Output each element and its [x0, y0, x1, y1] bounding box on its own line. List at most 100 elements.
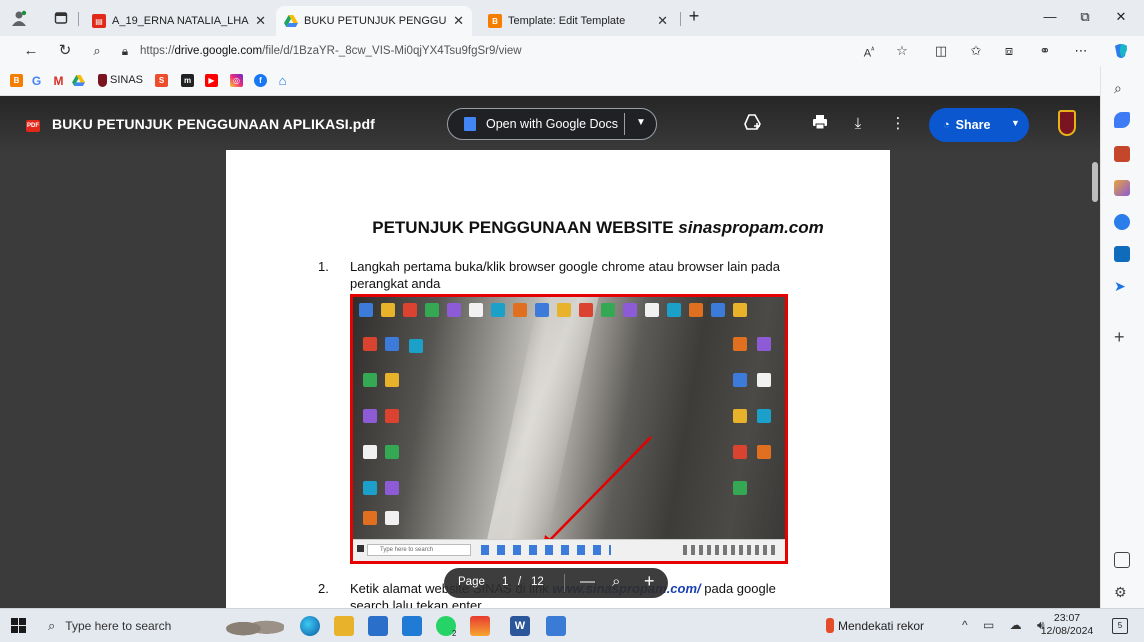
browser-tab-strip: ▤ A_19_ERNA NATALIA_LHAP (1).pd ✕ BUKU P… [0, 0, 1144, 36]
mini-search-box: Type here to search [367, 544, 471, 556]
search-icon[interactable]: ⌕ [88, 42, 106, 60]
document-title: PETUNJUK PENGGUNAAN WEBSITE sinaspropam.… [226, 218, 890, 238]
lock-icon[interactable]: 🔒︎ [116, 42, 134, 60]
weather-widget[interactable]: Mendekati rekor [838, 619, 924, 633]
taskbar-clock[interactable]: 23:07 12/08/2024 [1040, 612, 1094, 638]
more-actions-icon[interactable]: ⋮ [888, 114, 908, 134]
sinas-shield-icon [98, 74, 107, 87]
favorites-icon[interactable]: ✩ [967, 42, 985, 60]
sidebar-add-icon[interactable]: + [1114, 328, 1130, 346]
back-arrow-icon[interactable]: ← [22, 42, 40, 60]
mini-taskbar: Type here to search [353, 539, 785, 561]
taskbar-search-box[interactable]: ⌕ Type here to search [40, 613, 216, 639]
google-bookmark-icon[interactable]: G [30, 74, 43, 88]
file-explorer-icon[interactable] [334, 616, 354, 636]
address-toolbar: ← ↻ ⌕ 🔒︎ https://drive.google.com/file/d… [0, 36, 1144, 66]
instagram-bookmark-icon[interactable]: ◎ [230, 74, 243, 87]
step-number: 1. [318, 259, 329, 274]
read-aloud-icon[interactable]: Aᴬ [860, 42, 878, 60]
gmail-bookmark-icon[interactable]: M [52, 74, 65, 88]
copilot-icon[interactable] [1112, 42, 1130, 60]
word-app-icon[interactable]: W [510, 616, 530, 636]
sidebar-shopping-icon[interactable] [1114, 146, 1130, 162]
collections-icon[interactable]: ⧈ [1000, 42, 1018, 60]
scrollbar-thumb[interactable] [1092, 162, 1098, 202]
store-app-icon[interactable] [368, 616, 388, 636]
refresh-icon[interactable]: ↻ [56, 42, 74, 60]
url-path: /file/d/1BzaYR-_8cw_VIS-Mi0qjYX4Tsu9fgSr… [262, 45, 522, 57]
new-tab-button[interactable]: + [684, 6, 704, 26]
add-shortcut-icon[interactable] [743, 114, 763, 134]
sidebar-games-icon[interactable] [1114, 180, 1130, 196]
edge-app-icon[interactable] [300, 616, 320, 636]
close-window-button[interactable]: ✕ [1111, 9, 1131, 27]
print-icon[interactable] [810, 114, 830, 134]
sidebar-outlook-icon[interactable] [1114, 246, 1130, 262]
close-icon[interactable]: ✕ [255, 13, 266, 29]
profile-avatar-icon[interactable] [10, 9, 28, 27]
more-options-icon[interactable]: ⋯ [1072, 42, 1090, 60]
viewer-scrollbar[interactable] [1092, 154, 1098, 604]
home-bookmark-icon[interactable]: ⌂ [276, 73, 289, 88]
split-screen-icon[interactable]: ◫ [932, 42, 950, 60]
notification-center-icon[interactable]: 5 [1112, 618, 1128, 634]
blogger-bookmark-icon[interactable]: B [10, 74, 23, 87]
download-icon[interactable]: ⤓ [848, 114, 868, 134]
caret-down-icon[interactable]: ▼ [636, 117, 646, 128]
sidebar-office-icon[interactable] [1114, 214, 1130, 230]
clock-date: 12/08/2024 [1040, 625, 1094, 637]
tab-buku-petunjuk[interactable]: BUKU PETUNJUK PENGGUNAAN ✕ [276, 6, 472, 36]
desktop-screenshot: Type here to search [350, 294, 788, 564]
close-icon[interactable]: ✕ [453, 13, 464, 29]
drive-bookmark-icon[interactable] [72, 74, 85, 87]
pdf-icon: ▤ [92, 14, 106, 28]
open-with-label: Open with Google Docs [486, 117, 619, 131]
page-toolbar: Page 1 / 12 — ⌕ + [444, 568, 668, 598]
open-with-google-docs-button[interactable]: Open with Google Docs ▼ [447, 108, 657, 140]
elephants-widget-icon[interactable] [226, 613, 284, 639]
blogger-icon: B [488, 14, 502, 28]
share-button[interactable]: ◔ Share ▼ [929, 108, 1029, 142]
url-prefix: https:// [140, 45, 175, 57]
tab-title: A_19_ERNA NATALIA_LHAP (1).pd [112, 15, 250, 27]
pdf-icon: PDF [26, 120, 40, 132]
caret-down-icon[interactable]: ▼ [1011, 118, 1020, 128]
whatsapp-badge: 2 [452, 629, 457, 638]
clock-time: 23:07 [1053, 612, 1081, 624]
sidebar-screenshot-icon[interactable] [1114, 552, 1130, 568]
youtube-bookmark-icon[interactable]: ▶ [205, 74, 218, 87]
sidebar-send-icon[interactable]: ➤ [1114, 278, 1130, 294]
shopee-bookmark-icon[interactable]: S [155, 74, 168, 87]
sidebar-settings-icon[interactable]: ⚙ [1114, 584, 1130, 600]
mini-taskbar-apps [481, 545, 611, 555]
close-icon[interactable]: ✕ [657, 13, 668, 29]
system-tray-icons[interactable]: ^ ▭ ☁ 🔊︎ [962, 618, 1051, 633]
account-avatar[interactable] [1058, 110, 1076, 136]
document-title-site: sinaspropam.com [678, 218, 824, 237]
zoom-in-icon[interactable]: + [644, 571, 655, 592]
tab-edit-template[interactable]: B Template: Edit Template ✕ [480, 6, 676, 36]
m-bookmark-icon[interactable]: m [181, 74, 194, 87]
restore-button[interactable]: ⧉ [1075, 9, 1095, 27]
google-docs-icon [464, 117, 476, 131]
url-field[interactable]: https://drive.google.com/file/d/1BzaYR-_… [140, 40, 820, 62]
sidebar-search-icon[interactable]: ⌕ [1114, 80, 1130, 96]
ads-app-icon[interactable] [470, 616, 490, 636]
tab-actions-icon[interactable] [52, 9, 70, 27]
sidebar-tag-icon[interactable] [1114, 112, 1130, 128]
minimize-button[interactable]: — [1040, 9, 1060, 27]
tab-lhap-pdf[interactable]: ▤ A_19_ERNA NATALIA_LHAP (1).pd ✕ [84, 6, 274, 36]
zoom-icon[interactable]: ⌕ [612, 573, 620, 590]
favorite-star-icon[interactable]: ☆ [893, 42, 911, 60]
page-current[interactable]: 1 [502, 576, 508, 588]
facebook-bookmark-icon[interactable]: f [254, 74, 267, 87]
mini-start-icon [357, 545, 364, 552]
media-app-icon[interactable] [546, 616, 566, 636]
search-icon: ⌕ [48, 618, 56, 633]
mail-app-icon[interactable] [402, 616, 422, 636]
extension-icon[interactable]: ⚭ [1036, 42, 1054, 60]
zoom-out-icon[interactable]: — [580, 573, 595, 590]
sinas-bookmark[interactable]: SINAS [110, 74, 143, 86]
windows-start-icon[interactable] [11, 618, 26, 633]
button-divider [624, 113, 625, 135]
